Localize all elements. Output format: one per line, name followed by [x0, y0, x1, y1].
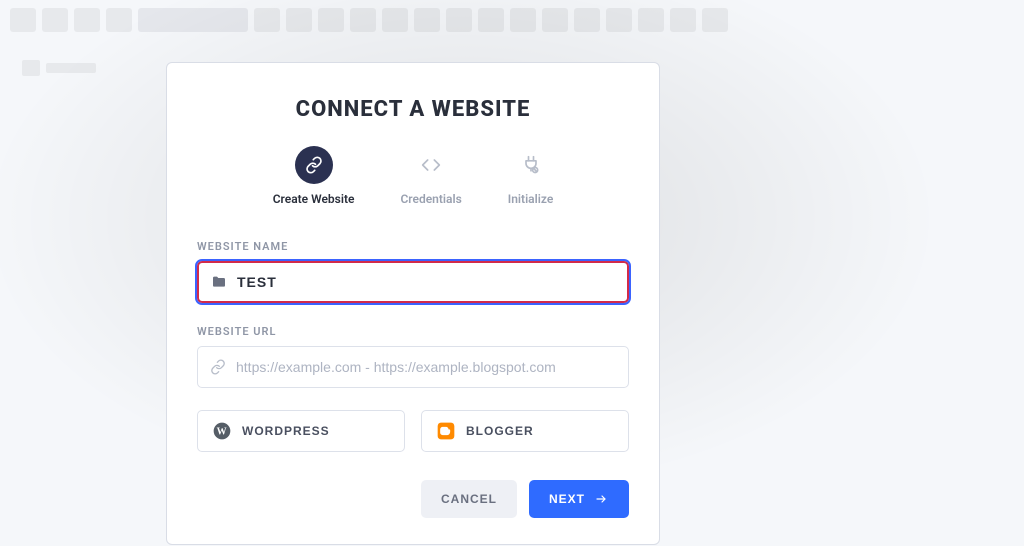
step-label: Initialize: [508, 192, 554, 206]
wordpress-icon: W: [212, 421, 232, 441]
code-icon: [412, 146, 450, 184]
website-url-input[interactable]: [236, 359, 616, 375]
link-icon: [210, 359, 226, 375]
step-initialize: Initialize: [508, 146, 554, 206]
modal-title: CONNECT A WEBSITE: [197, 97, 629, 122]
next-label: NEXT: [549, 492, 585, 506]
website-url-input-wrap[interactable]: [197, 346, 629, 388]
website-name-input-wrap[interactable]: [197, 261, 629, 303]
step-label: Credentials: [400, 192, 461, 206]
blogger-label: BLOGGER: [466, 424, 534, 438]
wizard-steps: Create Website Credentials Initialize: [197, 146, 629, 206]
svg-text:W: W: [217, 426, 228, 437]
next-button[interactable]: NEXT: [529, 480, 629, 518]
folder-icon: [211, 274, 227, 290]
connect-website-modal: CONNECT A WEBSITE Create Website Credent…: [166, 62, 660, 545]
blogger-icon: [436, 421, 456, 441]
cancel-label: CANCEL: [441, 492, 497, 506]
website-url-label: WEBSITE URL: [197, 325, 629, 338]
cancel-button[interactable]: CANCEL: [421, 480, 517, 518]
wordpress-label: WORDPRESS: [242, 424, 330, 438]
platform-row: W WORDPRESS BLOGGER: [197, 410, 629, 452]
step-create-website: Create Website: [273, 146, 355, 206]
website-name-input[interactable]: [237, 274, 615, 290]
step-label: Create Website: [273, 192, 355, 206]
wordpress-button[interactable]: W WORDPRESS: [197, 410, 405, 452]
link-icon: [295, 146, 333, 184]
step-credentials: Credentials: [400, 146, 461, 206]
plug-icon: [512, 146, 550, 184]
modal-footer: CANCEL NEXT: [197, 480, 629, 518]
arrow-right-icon: [593, 493, 609, 505]
blogger-button[interactable]: BLOGGER: [421, 410, 629, 452]
website-name-label: WEBSITE NAME: [197, 240, 629, 253]
